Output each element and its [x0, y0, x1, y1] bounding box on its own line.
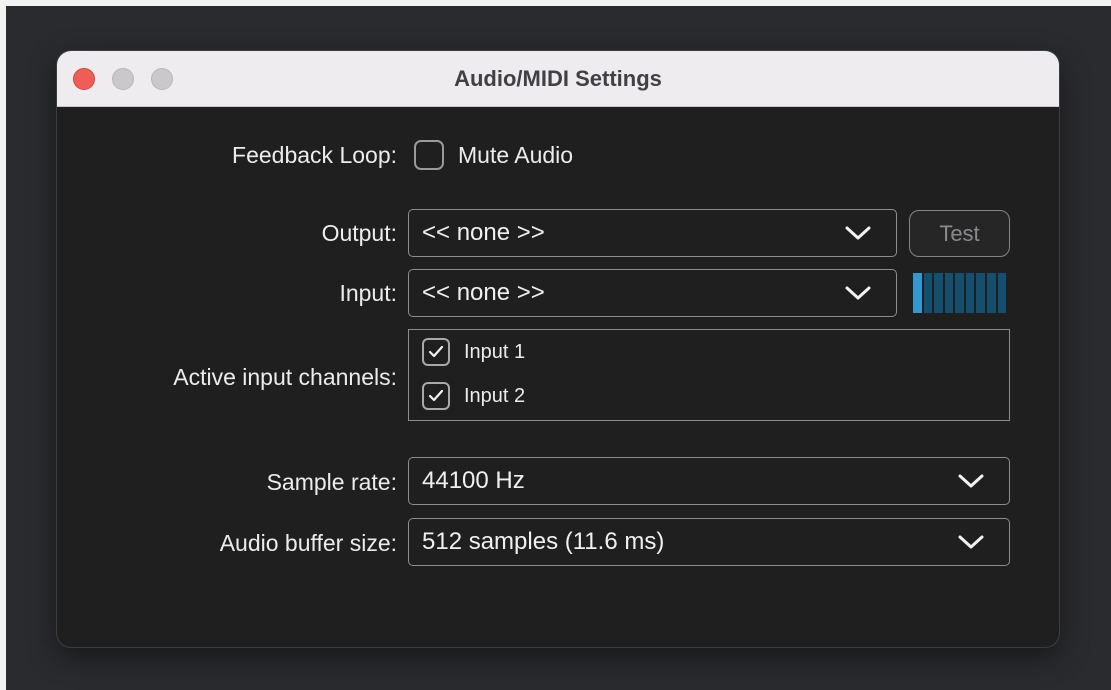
level-meter-segment	[913, 273, 922, 313]
input-2-checkbox[interactable]	[422, 382, 450, 410]
input-2-label[interactable]: Input 2	[464, 385, 525, 408]
sample-rate-label: Sample rate:	[266, 469, 397, 495]
test-output-button[interactable]: Test	[909, 210, 1010, 257]
checkmark-icon	[428, 389, 444, 402]
audio-buffer-size-value: 512 samples (11.6 ms)	[422, 528, 665, 555]
title-bar[interactable]: Audio/MIDI Settings	[57, 51, 1059, 107]
chevron-down-icon	[958, 474, 984, 488]
input-1-checkbox[interactable]	[422, 338, 450, 366]
checkmark-icon	[428, 345, 444, 358]
output-device-value: << none >>	[422, 219, 545, 246]
output-label: Output:	[321, 220, 397, 246]
audio-buffer-size-label: Audio buffer size:	[219, 530, 397, 556]
level-meter-segment	[923, 273, 933, 313]
mute-audio-checkbox[interactable]	[414, 140, 444, 170]
output-device-dropdown[interactable]: << none >>	[408, 209, 897, 257]
active-input-channels-list: Input 1 Input 2	[408, 329, 1010, 421]
input-1-label[interactable]: Input 1	[464, 341, 525, 364]
chevron-down-icon	[958, 535, 984, 549]
mute-audio-label[interactable]: Mute Audio	[458, 142, 573, 169]
input-level-meter	[913, 273, 1007, 313]
input-device-dropdown[interactable]: << none >>	[408, 269, 897, 317]
desktop-edge	[0, 0, 6, 690]
level-meter-segment	[997, 273, 1007, 313]
feedback-loop-label: Feedback Loop:	[232, 142, 397, 168]
sample-rate-dropdown[interactable]: 44100 Hz	[408, 457, 1010, 505]
input-label: Input:	[339, 280, 397, 306]
level-meter-segment	[976, 273, 985, 313]
level-meter-segment	[944, 273, 954, 313]
level-meter-segment	[955, 273, 964, 313]
sample-rate-value: 44100 Hz	[422, 467, 525, 494]
level-meter-segment	[986, 273, 996, 313]
window-title: Audio/MIDI Settings	[454, 66, 662, 91]
level-meter-segment	[934, 273, 943, 313]
input-device-value: << none >>	[422, 279, 545, 306]
desktop-edge	[0, 0, 1111, 6]
active-input-channels-label: Active input channels:	[173, 364, 397, 390]
level-meter-segment	[965, 273, 975, 313]
chevron-down-icon	[845, 286, 871, 300]
audio-midi-settings-window: Audio/MIDI Settings Feedback Loop: Mute …	[57, 51, 1059, 647]
chevron-down-icon	[845, 226, 871, 240]
audio-buffer-size-dropdown[interactable]: 512 samples (11.6 ms)	[408, 518, 1010, 566]
